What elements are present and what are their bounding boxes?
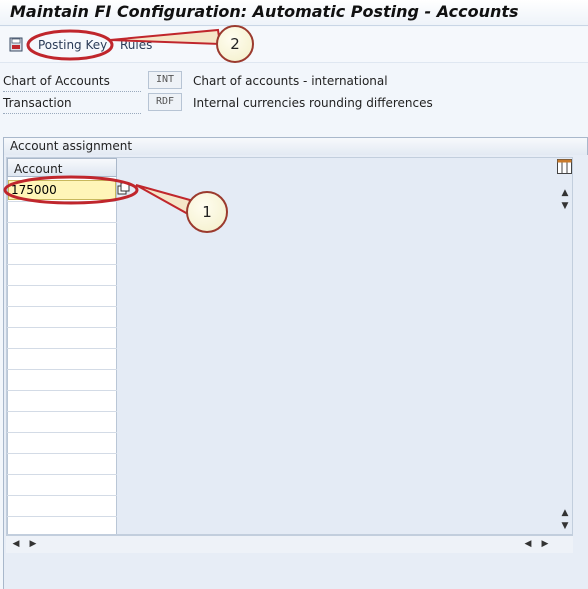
row-divider — [7, 285, 117, 286]
row-divider — [7, 474, 117, 475]
transaction-row: Transaction RDF Internal currencies roun… — [0, 93, 588, 114]
row-divider — [7, 390, 117, 391]
rules-button[interactable]: Rules — [120, 38, 152, 52]
table-settings-icon[interactable] — [557, 159, 572, 174]
chart-of-accounts-description: Chart of accounts - international — [193, 74, 388, 88]
row-divider — [7, 495, 117, 496]
row-divider — [7, 243, 117, 244]
title-bar: Maintain FI Configuration: Automatic Pos… — [0, 0, 588, 26]
row-divider — [7, 432, 117, 433]
row-divider — [7, 516, 117, 517]
posting-key-button[interactable]: Posting Key — [38, 38, 107, 52]
row-divider — [7, 327, 117, 328]
horizontal-scrollbar[interactable] — [6, 535, 573, 553]
callout-2: 2 — [216, 25, 254, 63]
scroll-down-icon[interactable]: ▼ — [560, 201, 570, 211]
account-input[interactable]: 175000 — [8, 180, 116, 200]
scroll-up-icon[interactable]: ▲ — [560, 508, 570, 518]
transaction-field: RDF — [148, 93, 182, 111]
row-divider — [7, 369, 117, 370]
account-assignment-group-header: Account assignment — [3, 137, 588, 155]
account-column-header[interactable]: Account — [7, 158, 117, 177]
row-divider — [7, 411, 117, 412]
transaction-description: Internal currencies rounding differences — [193, 96, 433, 110]
chart-of-accounts-field: INT — [148, 71, 182, 89]
callout-1: 1 — [186, 191, 228, 233]
scroll-left-icon[interactable]: ◀ — [523, 539, 533, 549]
row-divider — [7, 348, 117, 349]
scroll-up-icon[interactable]: ▲ — [560, 188, 570, 198]
account-column-label: Account — [14, 162, 63, 176]
scroll-right-icon[interactable]: ▶ — [28, 539, 38, 549]
scroll-left-icon[interactable]: ◀ — [11, 539, 21, 549]
value-help-icon[interactable] — [117, 182, 131, 196]
chart-of-accounts-label: Chart of Accounts — [3, 74, 141, 92]
application-toolbar: Posting Key Rules — [0, 27, 588, 63]
scroll-down-icon[interactable]: ▼ — [560, 521, 570, 531]
chart-of-accounts-row: Chart of Accounts INT Chart of accounts … — [0, 71, 588, 92]
row-divider — [7, 264, 117, 265]
row-divider — [7, 306, 117, 307]
save-variant-icon[interactable] — [9, 37, 23, 52]
account-assignment-title: Account assignment — [10, 139, 133, 153]
row-divider — [7, 453, 117, 454]
row-divider — [7, 222, 117, 223]
row-divider — [7, 201, 117, 202]
transaction-label: Transaction — [3, 96, 141, 114]
window-title: Maintain FI Configuration: Automatic Pos… — [10, 2, 519, 21]
scroll-right-icon[interactable]: ▶ — [540, 539, 550, 549]
account-column — [7, 177, 117, 534]
